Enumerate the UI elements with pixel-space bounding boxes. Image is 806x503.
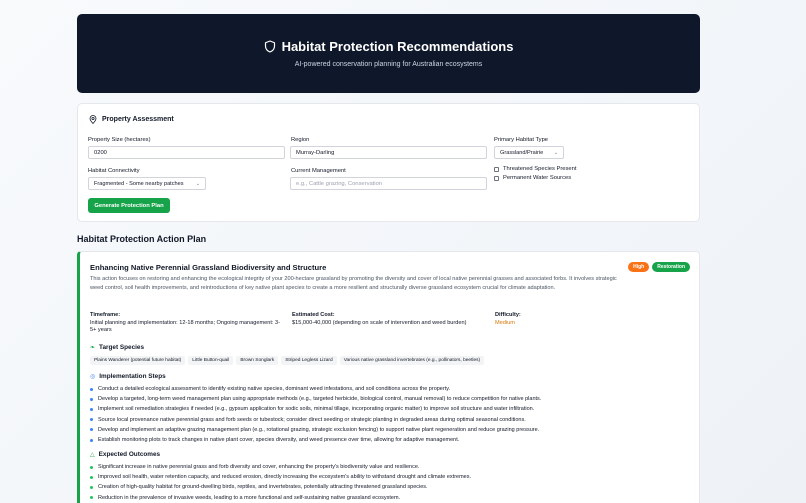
list-item: Improved soil health, water retention ca… — [90, 472, 690, 482]
species-chips: Plains Wanderer (potential future habita… — [90, 356, 485, 365]
connectivity-value: Fragmented - Some nearby patches — [94, 180, 184, 187]
bullet — [90, 397, 93, 401]
bullet — [90, 418, 93, 422]
outcome-text: Creation of high-quality habitat for gro… — [98, 484, 428, 491]
action-plan-card: Enhancing Native Perennial Grassland Bio… — [77, 251, 700, 503]
action-plan-heading: Habitat Protection Action Plan — [77, 234, 207, 244]
habitat-type-select[interactable]: Grassland/Prairie ⌄ — [494, 146, 564, 159]
assessment-heading-label: Property Assessment — [102, 116, 174, 123]
assessment-heading: Property Assessment — [89, 115, 174, 124]
outcome-text: Significant increase in native perennial… — [98, 464, 420, 470]
list-item: Implement soil remediation strategies if… — [90, 404, 690, 414]
header-title-row: Habitat Protection Recommendations — [264, 39, 514, 54]
target-species-heading: ❧ Target Species — [90, 344, 144, 351]
bullet — [90, 496, 93, 500]
leaf-icon: ❧ — [90, 345, 96, 351]
management-input[interactable]: e.g., Cattle grazing, Conservation — [290, 177, 487, 190]
difficulty-value: Medium — [495, 319, 515, 326]
cost-label: Estimated Cost: — [292, 312, 335, 318]
triangle-icon: △ — [90, 452, 95, 458]
expected-outcomes-heading: △ Expected Outcomes — [90, 451, 160, 458]
management-label: Current Management — [291, 168, 346, 174]
checkbox-box[interactable] — [494, 175, 499, 181]
bullet — [90, 387, 93, 391]
generate-plan-button[interactable]: Generate Protection Plan — [88, 198, 170, 213]
threatened-species-checkbox[interactable]: Threatened Species Present — [494, 166, 576, 172]
species-chip: Brown Songlark — [236, 356, 279, 365]
species-chip: Little Button-quail — [188, 356, 234, 365]
step-text: Implement soil remediation strategies if… — [98, 406, 535, 413]
page-subtitle: AI-powered conservation planning for Aus… — [294, 61, 483, 68]
bullet — [90, 438, 93, 442]
water-sources-label: Permanent Water Sources — [503, 175, 572, 181]
list-item: Reduction in the prevalence of invasive … — [90, 493, 690, 503]
priority-badge: High — [628, 262, 650, 272]
chevron-down-icon: ⌄ — [195, 180, 200, 187]
plan-badges: High Restoration — [628, 262, 690, 272]
bullet — [90, 408, 93, 411]
water-sources-checkbox[interactable]: Permanent Water Sources — [494, 175, 571, 181]
chevron-down-icon: ⌄ — [553, 149, 558, 156]
bullet — [90, 465, 93, 469]
list-item: Creation of high-quality habitat for gro… — [90, 482, 690, 492]
step-text: Establish monitoring plots to track chan… — [98, 437, 460, 444]
connectivity-label: Habitat Connectivity — [88, 168, 140, 174]
bullet — [90, 475, 93, 479]
expected-outcomes-label: Expected Outcomes — [98, 451, 161, 458]
difficulty-block: Difficulty: Medium — [495, 312, 615, 327]
implementation-steps-heading: ◎ Implementation Steps — [90, 373, 166, 380]
target-species-label: Target Species — [99, 344, 145, 351]
category-badge: Restoration — [652, 262, 690, 272]
species-chip: Plains Wanderer (potential future habita… — [90, 356, 186, 365]
expected-outcomes-list: Significant increase in native perennial… — [90, 462, 690, 503]
check-circle-icon: ◎ — [90, 374, 96, 380]
step-text: Develop a targeted, long-term weed manag… — [98, 396, 542, 403]
step-text: Conduct a detailed ecological assessment… — [98, 386, 451, 392]
bullet — [90, 428, 93, 432]
species-chip: Various native grassland invertebrates (… — [339, 356, 485, 365]
habitat-type-value: Grassland/Prairie — [500, 149, 544, 156]
list-item: Establish monitoring plots to track chan… — [90, 435, 690, 445]
map-pin-icon — [89, 115, 97, 124]
property-assessment-card: Property Assessment Property Size (hecta… — [77, 103, 700, 222]
list-item: Develop and implement an adaptive grazin… — [90, 425, 690, 435]
threatened-species-label: Threatened Species Present — [503, 166, 577, 172]
region-input[interactable]: Murray-Darling — [290, 146, 487, 159]
region-label: Region — [291, 137, 310, 143]
plan-description: This action focuses on restoring and enh… — [90, 276, 617, 291]
plan-title: Enhancing Native Perennial Grassland Bio… — [90, 263, 327, 272]
habitat-type-label: Primary Habitat Type — [494, 137, 549, 143]
list-item: Conduct a detailed ecological assessment… — [90, 384, 690, 394]
implementation-steps-list: Conduct a detailed ecological assessment… — [90, 384, 690, 445]
timeframe-label: Timeframe: — [90, 312, 121, 318]
page-title: Habitat Protection Recommendations — [281, 39, 514, 54]
shield-icon — [264, 40, 275, 53]
bullet — [90, 486, 93, 489]
step-text: Develop and implement an adaptive grazin… — [98, 426, 540, 433]
property-size-input[interactable]: 0200 — [88, 146, 285, 159]
cost-block: Estimated Cost: $15,000-40,000 (dependin… — [292, 312, 492, 327]
list-item: Develop a targeted, long-term weed manag… — [90, 394, 690, 404]
difficulty-label: Difficulty: — [495, 312, 521, 318]
list-item: Significant increase in native perennial… — [90, 462, 690, 472]
connectivity-select[interactable]: Fragmented - Some nearby patches ⌄ — [88, 177, 206, 190]
species-chip: Striped Legless Lizard — [281, 356, 337, 365]
outcome-text: Improved soil health, water retention ca… — [98, 474, 471, 481]
implementation-steps-label: Implementation Steps — [99, 373, 166, 380]
page-header: Habitat Protection Recommendations AI-po… — [77, 14, 700, 93]
timeframe-value: Initial planning and implementation: 12-… — [90, 319, 280, 334]
step-text: Source local provenance native perennial… — [98, 416, 526, 423]
property-size-label: Property Size (hectares) — [88, 137, 151, 143]
checkbox-box[interactable] — [494, 166, 499, 172]
cost-value: $15,000-40,000 (depending on scale of in… — [292, 319, 467, 326]
timeframe-block: Timeframe: Initial planning and implemen… — [90, 312, 285, 335]
list-item: Source local provenance native perennial… — [90, 415, 690, 425]
outcome-text: Reduction in the prevalence of invasive … — [98, 494, 401, 501]
